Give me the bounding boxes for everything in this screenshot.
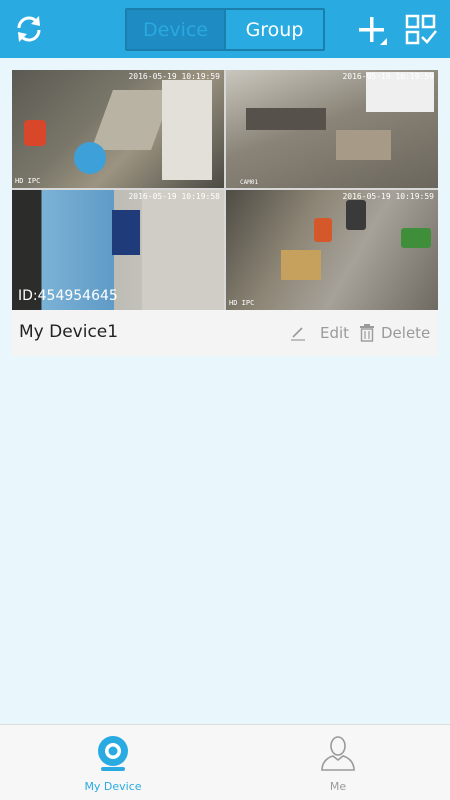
tab-group[interactable]: Group (224, 10, 323, 49)
refresh-icon (17, 16, 41, 42)
camera-view-2[interactable]: 2016-05-19 10:19:59 CAM01 (226, 70, 438, 188)
camera-tag: HD IPC (15, 177, 41, 185)
trash-icon (360, 324, 374, 342)
bottom-nav: My Device Me (0, 724, 450, 800)
edit-button[interactable]: Edit (290, 322, 349, 344)
camera-grid[interactable]: 2016-05-19 10:19:59 HD IPC 2016-05-19 10… (12, 70, 438, 310)
camera-timestamp: 2016-05-19 10:19:58 (128, 192, 220, 201)
person-icon (321, 736, 355, 771)
camera-tag: HD IPC (229, 299, 255, 307)
device-name: My Device1 (19, 322, 119, 342)
nav-item-me[interactable]: Me (268, 725, 408, 800)
camera-timestamp: 2016-05-19 10:19:59 (128, 72, 220, 81)
camera-timestamp: 2016-05-19 10:19:59 (342, 192, 434, 201)
multi-view-button[interactable] (402, 12, 440, 48)
add-device-button[interactable] (354, 12, 390, 48)
delete-label: Delete (381, 324, 431, 342)
tab-device[interactable]: Device (127, 10, 224, 49)
camera-view-1[interactable]: 2016-05-19 10:19:59 HD IPC (12, 70, 224, 188)
nav-label-me: Me (329, 780, 347, 793)
edit-label: Edit (320, 324, 350, 342)
device-id: ID:454954645 (18, 288, 118, 304)
camera-timestamp: 2016-05-19 10:19:59 (342, 72, 434, 81)
grid-check-icon (405, 14, 437, 45)
view-segment-control: Device Group (125, 8, 325, 51)
device-info-bar: My Device1 Edit Delete (12, 310, 438, 356)
camera-view-4[interactable]: 2016-05-19 10:19:59 HD IPC (226, 190, 438, 310)
refresh-button[interactable] (10, 10, 48, 48)
pencil-icon (291, 327, 305, 341)
nav-label-my-device: My Device (84, 780, 142, 793)
top-bar: Device Group (0, 0, 450, 58)
plus-icon (359, 17, 387, 45)
camera-icon (98, 736, 128, 771)
delete-button[interactable]: Delete (359, 322, 430, 344)
device-card[interactable]: 2016-05-19 10:19:59 HD IPC 2016-05-19 10… (12, 70, 438, 356)
nav-item-my-device[interactable]: My Device (43, 725, 183, 800)
camera-sublabel: CAM01 (240, 179, 259, 186)
